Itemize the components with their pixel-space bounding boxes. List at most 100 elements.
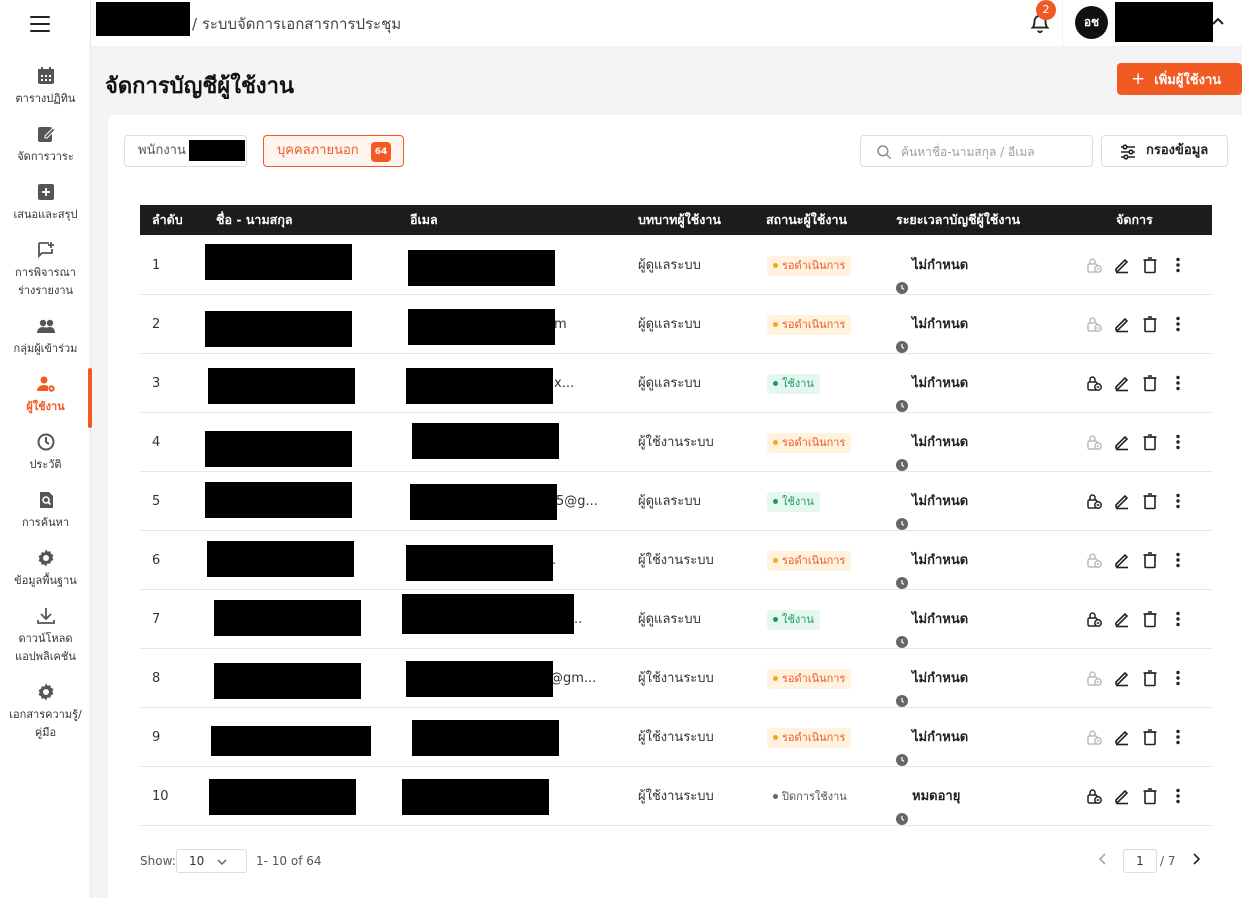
- search-box[interactable]: [860, 135, 1093, 167]
- add-user-button[interactable]: + เพิ่มผู้ใช้งาน: [1117, 63, 1242, 95]
- more-options-icon[interactable]: [1169, 551, 1187, 569]
- more-options-icon[interactable]: [1169, 433, 1187, 451]
- reset-password-icon[interactable]: [1085, 551, 1103, 569]
- sidebar-item-9[interactable]: ข้อมูลพื้นฐาน: [0, 548, 91, 590]
- duration-label: ไม่กำหนด: [912, 435, 969, 450]
- status-badge: รอดำเนินการ: [767, 315, 852, 335]
- content-card: พนักงาน บุคคลภายนอก 64 กรองข้อมูล ลำดับ …: [108, 115, 1242, 898]
- col-duration: ระยะเวลาบัญชีผู้ใช้งาน: [896, 212, 1021, 227]
- redacted-email: [408, 250, 555, 286]
- redacted-staff-count: [189, 140, 245, 161]
- sidebar-item-11[interactable]: เอกสารความรู้/ คู่มือ: [0, 682, 91, 742]
- edit-icon[interactable]: [1113, 433, 1131, 451]
- status-label: รอดำเนินการ: [782, 554, 846, 567]
- account-duration: หมดอายุ: [896, 767, 960, 826]
- edit-icon[interactable]: [1113, 551, 1131, 569]
- redacted-name: [208, 368, 355, 404]
- more-options-icon[interactable]: [1169, 669, 1187, 687]
- search-input[interactable]: [901, 142, 1087, 162]
- account-duration: ไม่กำหนด: [896, 472, 968, 531]
- sidebar-item-5[interactable]: กลุ่มผู้เข้าร่วม: [0, 316, 91, 358]
- edit-icon[interactable]: [1113, 610, 1131, 628]
- edit-icon[interactable]: [1113, 728, 1131, 746]
- col-name: ชื่อ - นามสกุล: [216, 212, 293, 227]
- sidebar-item-3[interactable]: เสนอและสรุป: [0, 182, 91, 224]
- more-options-icon[interactable]: [1169, 728, 1187, 746]
- more-options-icon[interactable]: [1169, 374, 1187, 392]
- delete-icon[interactable]: [1141, 551, 1159, 569]
- edit-icon[interactable]: [1113, 492, 1131, 510]
- delete-icon[interactable]: [1141, 374, 1159, 392]
- chevron-up-icon[interactable]: [1211, 14, 1225, 28]
- sidebar-item-6[interactable]: ผู้ใช้งาน: [0, 368, 92, 428]
- reset-password-icon[interactable]: [1085, 374, 1103, 392]
- more-options-icon[interactable]: [1169, 315, 1187, 333]
- row-number: 9: [152, 730, 161, 745]
- page-input[interactable]: 1: [1123, 849, 1157, 873]
- page-size-select[interactable]: 10: [176, 849, 247, 873]
- filter-label: กรองข้อมูล: [1146, 143, 1209, 158]
- sidebar-item-label: ประวัติ: [29, 458, 62, 471]
- sidebar-item-10[interactable]: ดาวน์โหลด แอปพลิเคชัน: [0, 606, 91, 666]
- status-badge: รอดำเนินการ: [767, 728, 852, 748]
- delete-icon[interactable]: [1141, 492, 1159, 510]
- status-badge: ใช้งาน: [767, 610, 820, 630]
- sidebar: ตารางปฏิทินจัดการวาระเสนอและสรุปการพิจาร…: [0, 0, 92, 898]
- delete-icon[interactable]: [1141, 315, 1159, 333]
- avatar[interactable]: อช: [1075, 6, 1108, 39]
- status-badge: รอดำเนินการ: [767, 433, 852, 453]
- divider: [1062, 0, 1063, 47]
- edit-icon[interactable]: [1113, 315, 1131, 333]
- reset-password-icon[interactable]: [1085, 728, 1103, 746]
- email-tail: x...: [554, 376, 575, 391]
- account-duration: ไม่กำหนด: [896, 354, 968, 413]
- delete-icon[interactable]: [1141, 728, 1159, 746]
- reset-password-icon[interactable]: [1085, 610, 1103, 628]
- more-options-icon[interactable]: [1169, 610, 1187, 628]
- edit-icon[interactable]: [1113, 374, 1131, 392]
- chevron-left-icon[interactable]: [1096, 852, 1110, 866]
- filter-button[interactable]: กรองข้อมูล: [1101, 135, 1228, 167]
- tab-external[interactable]: บุคคลภายนอก 64: [263, 135, 404, 167]
- reset-password-icon[interactable]: [1085, 315, 1103, 333]
- sidebar-item-label: ผู้ใช้งาน: [26, 400, 65, 413]
- role: ผู้ดูแลระบบ: [638, 376, 701, 391]
- delete-icon[interactable]: [1141, 669, 1159, 687]
- row-number: 2: [152, 317, 161, 332]
- chevron-right-icon[interactable]: [1189, 852, 1203, 866]
- more-options-icon[interactable]: [1169, 787, 1187, 805]
- more-options-icon[interactable]: [1169, 256, 1187, 274]
- redacted-name: [209, 779, 356, 815]
- role: ผู้ใช้งานระบบ: [638, 789, 714, 804]
- reset-password-icon[interactable]: [1085, 787, 1103, 805]
- edit-note-icon: [36, 124, 56, 144]
- status-badge: รอดำเนินการ: [767, 551, 852, 571]
- reset-password-icon[interactable]: [1085, 492, 1103, 510]
- redacted-user-name: [1115, 2, 1213, 42]
- account-duration: ไม่กำหนด: [896, 413, 968, 472]
- edit-icon[interactable]: [1113, 669, 1131, 687]
- email-tail: 5@g...: [556, 494, 598, 509]
- sidebar-item-2[interactable]: จัดการวาระ: [0, 124, 91, 166]
- tab-staff[interactable]: พนักงาน: [124, 135, 247, 167]
- redacted-name: [214, 663, 361, 699]
- reset-password-icon[interactable]: [1085, 433, 1103, 451]
- edit-icon[interactable]: [1113, 787, 1131, 805]
- reset-password-icon[interactable]: [1085, 256, 1103, 274]
- edit-icon[interactable]: [1113, 256, 1131, 274]
- more-options-icon[interactable]: [1169, 492, 1187, 510]
- sidebar-item-4[interactable]: การพิจารณา ร่างรายงาน: [0, 240, 91, 300]
- delete-icon[interactable]: [1141, 610, 1159, 628]
- sidebar-item-1[interactable]: ตารางปฏิทิน: [0, 66, 91, 108]
- row-number: 10: [152, 789, 169, 804]
- delete-icon[interactable]: [1141, 433, 1159, 451]
- row-number: 6: [152, 553, 161, 568]
- sidebar-item-7[interactable]: ประวัติ: [0, 432, 91, 474]
- table-row: 3 x... ผู้ดูแลระบบ ใช้งาน ไม่กำหนด: [140, 354, 1212, 413]
- sidebar-item-8[interactable]: การค้นหา: [0, 490, 91, 532]
- reset-password-icon[interactable]: [1085, 669, 1103, 687]
- menu-icon[interactable]: [30, 16, 50, 32]
- delete-icon[interactable]: [1141, 256, 1159, 274]
- delete-icon[interactable]: [1141, 787, 1159, 805]
- sidebar-item-label: การพิจารณา ร่างรายงาน: [15, 266, 76, 297]
